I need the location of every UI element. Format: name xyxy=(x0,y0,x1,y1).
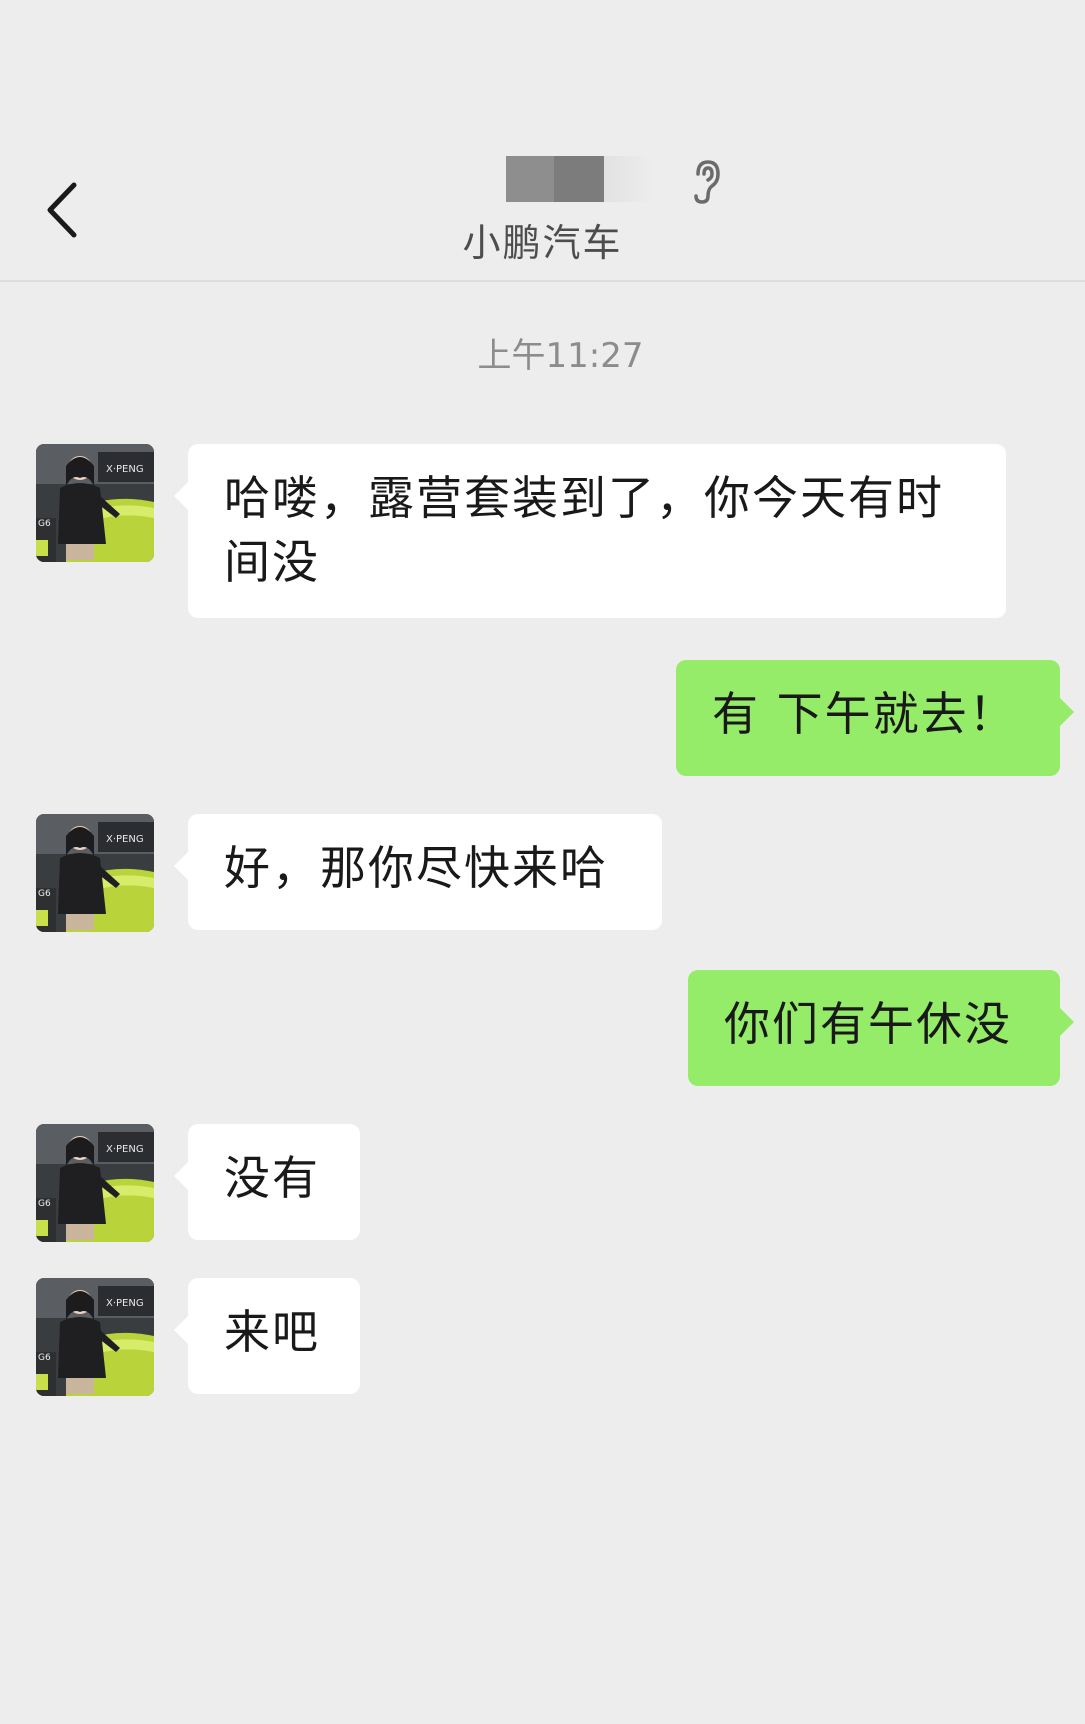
message-bubble-incoming[interactable]: 好，那你尽快来哈 xyxy=(174,814,662,930)
message-bubble-incoming[interactable]: 来吧 xyxy=(174,1278,360,1394)
message-bubble-outgoing[interactable]: 有 下午就去！ xyxy=(676,660,1074,776)
contact-avatar[interactable] xyxy=(36,814,154,932)
contact-avatar[interactable] xyxy=(36,444,154,562)
contact-avatar[interactable] xyxy=(36,1124,154,1242)
chat-subtitle: 小鹏汽车 xyxy=(462,221,623,265)
message-timestamp: 上午11:27 xyxy=(477,336,644,376)
contact-name-redacted xyxy=(506,156,652,202)
message-bubble-incoming[interactable]: 哈喽，露营套装到了，你今天有时间没 xyxy=(174,444,1006,618)
contact-avatar[interactable] xyxy=(36,1278,154,1396)
chat-title: 小鹏汽车 xyxy=(0,150,1085,270)
chat-header: 小鹏汽车 xyxy=(0,0,1085,282)
message-bubble-outgoing[interactable]: 你们有午休没 xyxy=(688,970,1074,1086)
ear-icon xyxy=(686,156,726,206)
message-bubble-incoming[interactable]: 没有 xyxy=(174,1124,360,1240)
